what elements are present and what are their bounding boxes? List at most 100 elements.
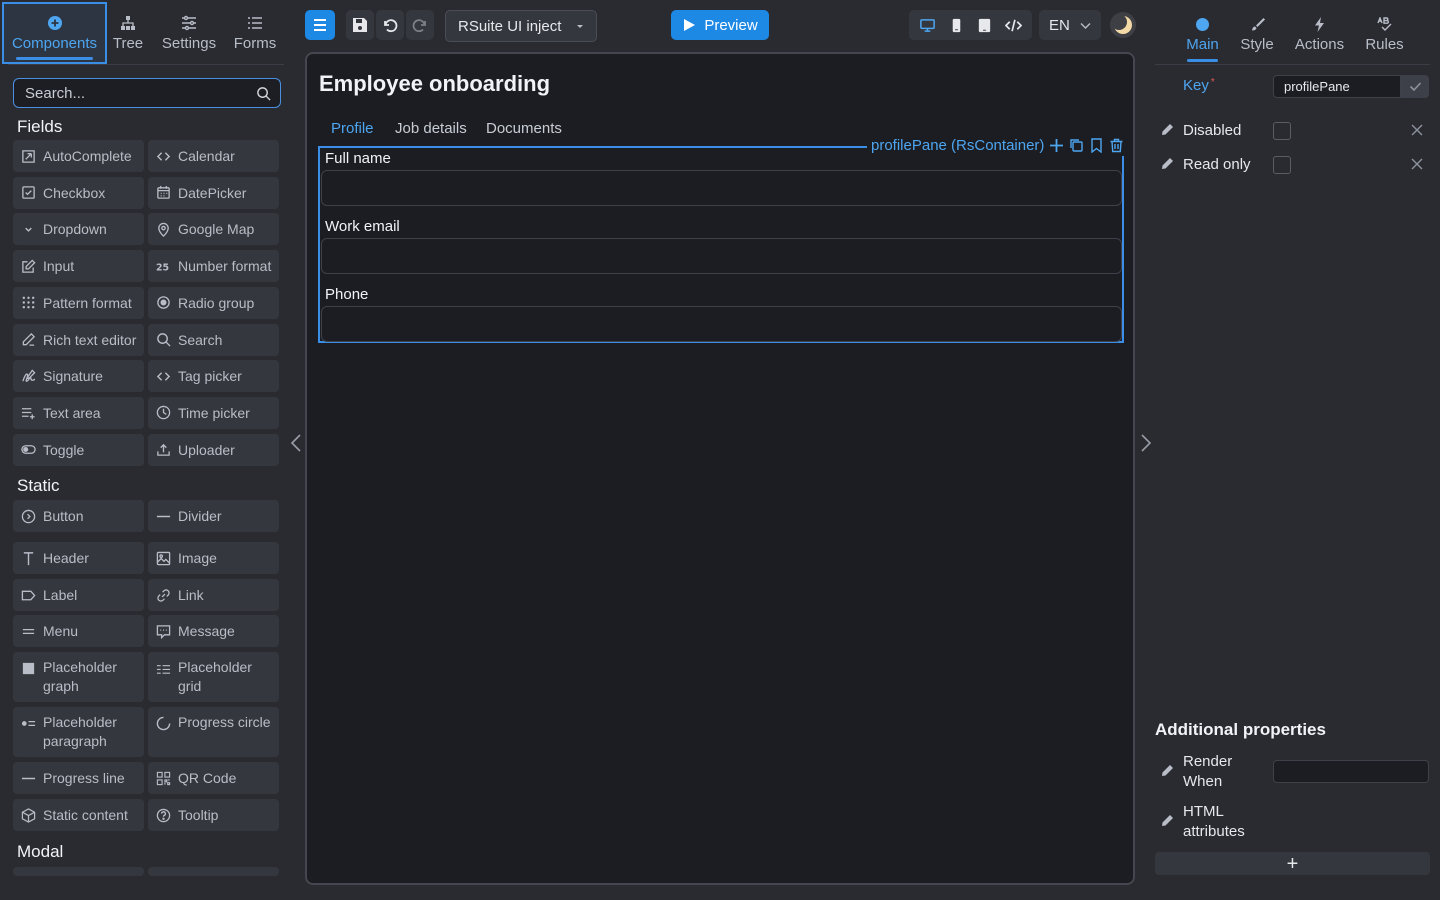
search-input[interactable] bbox=[14, 79, 280, 107]
work-email-input[interactable] bbox=[322, 239, 1121, 273]
trash-icon[interactable] bbox=[1109, 138, 1124, 153]
component-calendar[interactable]: Calendar bbox=[148, 140, 279, 172]
form-name-select[interactable]: RSuite UI inject bbox=[445, 10, 597, 42]
component-header[interactable]: Header bbox=[13, 542, 144, 574]
modal-item-partial[interactable] bbox=[148, 867, 279, 876]
component-number-format[interactable]: 25 Number format bbox=[148, 250, 279, 283]
key-input[interactable] bbox=[1274, 76, 1400, 97]
tab-main[interactable]: Main bbox=[1186, 6, 1219, 64]
component-tooltip[interactable]: Tooltip bbox=[148, 799, 279, 831]
component-radio-group[interactable]: Radio group bbox=[148, 286, 279, 319]
component-static-content[interactable]: Static content bbox=[13, 799, 144, 831]
full-name-label: Full name bbox=[325, 150, 391, 167]
component-progress-circle[interactable]: Progress circle bbox=[148, 707, 279, 757]
modal-item-partial[interactable] bbox=[13, 867, 144, 876]
copy-icon[interactable] bbox=[1069, 138, 1084, 153]
component-placeholder-grid[interactable]: Placeholder grid bbox=[148, 652, 279, 702]
tab-forms[interactable]: Forms bbox=[230, 2, 280, 64]
component-tag-picker[interactable]: Tag picker bbox=[148, 360, 279, 393]
tab-components[interactable]: Components bbox=[2, 2, 107, 64]
tablet-icon[interactable] bbox=[972, 12, 998, 38]
component-search[interactable]: Search bbox=[148, 323, 279, 356]
button-icon bbox=[13, 509, 43, 524]
divider-icon bbox=[148, 509, 178, 524]
read-only-checkbox[interactable] bbox=[1273, 156, 1291, 174]
component-label: Message bbox=[178, 623, 235, 639]
profile-pane-container[interactable]: Full name Work email Phone bbox=[318, 146, 1124, 343]
render-when-field[interactable] bbox=[1273, 760, 1429, 783]
desktop-icon[interactable] bbox=[914, 12, 940, 38]
component-datepicker[interactable]: DatePicker bbox=[148, 176, 279, 209]
save-button[interactable] bbox=[346, 10, 374, 40]
pen-icon bbox=[1160, 157, 1174, 171]
search-icon[interactable] bbox=[256, 86, 271, 101]
component-autocomplete[interactable]: AutoComplete bbox=[13, 140, 144, 172]
component-button[interactable]: Button bbox=[13, 500, 144, 532]
clear-read-only-icon[interactable] bbox=[1410, 157, 1424, 171]
image-icon bbox=[148, 551, 178, 566]
component-label: Progress line bbox=[43, 770, 125, 786]
component-signature[interactable]: Signature bbox=[13, 360, 144, 393]
clear-disabled-icon[interactable] bbox=[1410, 123, 1424, 137]
placeholder-paragraph-icon bbox=[13, 716, 43, 731]
edit-icon bbox=[13, 259, 43, 274]
component-google-map[interactable]: Google Map bbox=[148, 213, 279, 246]
component-input[interactable]: Input bbox=[13, 250, 144, 283]
language-select[interactable]: EN bbox=[1039, 10, 1101, 40]
component-time-picker[interactable]: Time picker bbox=[148, 396, 279, 429]
link-icon bbox=[148, 588, 178, 603]
component-label: Toggle bbox=[43, 441, 85, 458]
tab-job-details[interactable]: Job details bbox=[395, 120, 467, 137]
phone-field bbox=[321, 306, 1122, 342]
phone-input[interactable] bbox=[322, 307, 1121, 341]
component-text-area[interactable]: Text area bbox=[13, 396, 144, 429]
collapse-right-handle[interactable] bbox=[1138, 432, 1154, 454]
code-brackets-icon bbox=[148, 149, 178, 164]
tab-rules[interactable]: Rules bbox=[1365, 6, 1404, 64]
tab-profile[interactable]: Profile bbox=[331, 120, 374, 137]
redo-button[interactable] bbox=[406, 10, 434, 40]
key-confirm-button[interactable] bbox=[1401, 75, 1429, 98]
menu-button[interactable] bbox=[305, 10, 335, 40]
component-label[interactable]: Label bbox=[13, 579, 144, 611]
component-label: Text area bbox=[43, 404, 101, 421]
component-placeholder-graph[interactable]: Placeholder graph bbox=[13, 652, 144, 702]
add-property-button[interactable]: + bbox=[1155, 852, 1430, 875]
component-dropdown[interactable]: Dropdown bbox=[13, 213, 144, 246]
full-name-input[interactable] bbox=[322, 171, 1121, 205]
component-message[interactable]: Message bbox=[148, 615, 279, 647]
disabled-checkbox[interactable] bbox=[1273, 122, 1291, 140]
preview-button[interactable]: Preview bbox=[671, 10, 769, 40]
form-title: Employee onboarding bbox=[319, 71, 551, 96]
component-pattern-format[interactable]: Pattern format bbox=[13, 286, 144, 319]
tab-style[interactable]: Style bbox=[1240, 6, 1274, 64]
component-toggle[interactable]: Toggle bbox=[13, 433, 144, 466]
chevron-left-icon bbox=[288, 432, 304, 454]
bookmark-icon[interactable] bbox=[1089, 137, 1104, 153]
phone-label: Phone bbox=[325, 286, 369, 303]
tab-settings[interactable]: Settings bbox=[160, 2, 218, 64]
theme-toggle-button[interactable] bbox=[1110, 12, 1136, 38]
component-link[interactable]: Link bbox=[148, 579, 279, 611]
tab-documents[interactable]: Documents bbox=[486, 120, 562, 137]
component-divider[interactable]: Divider bbox=[148, 500, 279, 532]
component-checkbox[interactable]: Checkbox bbox=[13, 176, 144, 209]
tab-tree[interactable]: Tree bbox=[108, 2, 148, 64]
placeholder-grid-icon bbox=[148, 661, 178, 676]
component-uploader[interactable]: Uploader bbox=[148, 433, 279, 466]
component-label: Time picker bbox=[178, 404, 250, 421]
component-image[interactable]: Image bbox=[148, 542, 279, 574]
component-menu[interactable]: Menu bbox=[13, 615, 144, 647]
component-progress-line[interactable]: Progress line bbox=[13, 762, 144, 794]
undo-button[interactable] bbox=[376, 10, 404, 40]
collapse-left-handle[interactable] bbox=[288, 432, 304, 454]
add-icon[interactable] bbox=[1049, 138, 1064, 153]
component-rich-text-editor[interactable]: Rich text editor bbox=[13, 323, 144, 356]
component-placeholder-paragraph[interactable]: Placeholder paragraph bbox=[13, 707, 144, 757]
code-icon[interactable] bbox=[1001, 12, 1027, 38]
component-qr-code[interactable]: QR Code bbox=[148, 762, 279, 794]
tab-actions[interactable]: Actions bbox=[1295, 6, 1344, 64]
component-label: Tooltip bbox=[178, 807, 219, 823]
phone-icon[interactable] bbox=[943, 12, 969, 38]
form-canvas[interactable]: Employee onboarding Profile Job details … bbox=[305, 52, 1135, 885]
